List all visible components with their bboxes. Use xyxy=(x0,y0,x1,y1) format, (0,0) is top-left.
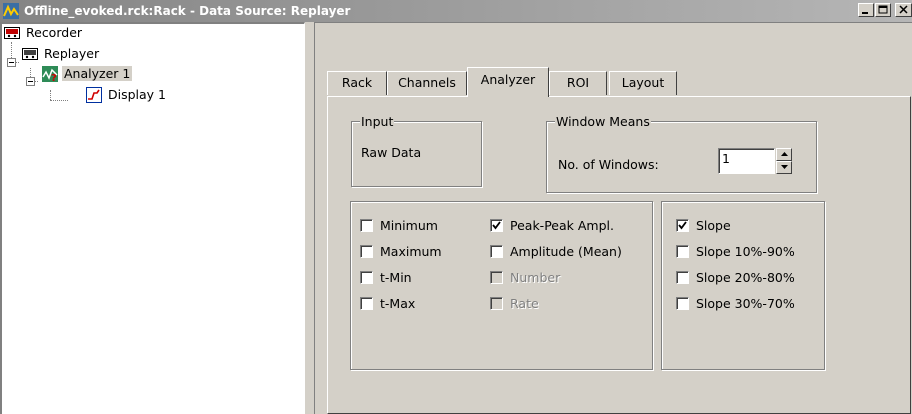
checkbox-label: Peak-Peak Ampl. xyxy=(510,218,614,233)
analyzer-icon: ? xyxy=(42,66,58,84)
tree-item-label: Display 1 xyxy=(108,87,167,102)
tab-roi[interactable]: ROI xyxy=(549,71,607,95)
input-group-legend: Input xyxy=(360,114,395,129)
checkbox-label: Amplitude (Mean) xyxy=(510,244,622,259)
checkbox-label: t-Max xyxy=(380,296,416,311)
close-button[interactable] xyxy=(895,3,912,17)
spin-down-button[interactable] xyxy=(776,161,792,174)
input-group: Input Raw Data xyxy=(351,114,482,187)
checkbox-label: Number xyxy=(510,270,561,285)
checkbox-box xyxy=(360,245,373,258)
maximize-button[interactable] xyxy=(875,3,891,17)
analyzer-tab-panel: Input Raw Data Window Means No. of Windo… xyxy=(327,96,911,414)
replayer-icon xyxy=(22,46,38,62)
checkbox-label: Slope xyxy=(696,218,731,233)
recorder-icon xyxy=(4,25,20,41)
checkbox-label: Rate xyxy=(510,296,539,311)
window-means-legend: Window Means xyxy=(555,114,651,129)
pane-splitter[interactable] xyxy=(305,22,314,414)
collapse-expander[interactable] xyxy=(7,58,16,67)
tab-rack[interactable]: Rack xyxy=(327,71,387,95)
checkbox-box xyxy=(676,219,689,232)
checkbox-label: Slope 10%-90% xyxy=(696,244,795,259)
tab-channels[interactable]: Channels xyxy=(387,71,467,95)
input-source-value: Raw Data xyxy=(361,145,422,160)
tree-line xyxy=(50,100,68,101)
window-title: Offline_evoked.rck:Rack - Data Source: R… xyxy=(24,4,351,18)
spin-up-button[interactable] xyxy=(776,148,792,161)
display-icon xyxy=(86,87,102,103)
checkbox-box xyxy=(490,219,503,232)
checkbox-box xyxy=(360,219,373,232)
tree-item-label: Analyzer 1 xyxy=(62,66,133,81)
checkbox-box xyxy=(676,271,689,284)
check-mark-icon xyxy=(492,221,501,230)
checkbox-label: Maximum xyxy=(380,244,442,259)
checkbox-box xyxy=(676,245,689,258)
title-bar[interactable]: Offline_evoked.rck:Rack - Data Source: R… xyxy=(0,0,912,22)
minimize-button[interactable] xyxy=(858,3,874,17)
tab-analyzer[interactable]: Analyzer xyxy=(467,67,549,97)
checkbox-label: Slope 30%-70% xyxy=(696,296,795,311)
measures-group: Minimum Maximum t-Min t-Max Peak-Peak Am… xyxy=(350,201,653,370)
checkbox-label: Slope 20%-80% xyxy=(696,270,795,285)
svg-text:?: ? xyxy=(51,73,57,82)
window-means-group: Window Means No. of Windows: 1 xyxy=(546,114,817,193)
checkbox-box xyxy=(490,245,503,258)
collapse-expander[interactable] xyxy=(26,77,35,86)
check-mark-icon xyxy=(678,221,687,230)
tree-item-label: Recorder xyxy=(26,25,83,40)
tree-item-label: Replayer xyxy=(44,46,100,61)
checkbox-label: t-Min xyxy=(380,270,412,285)
app-icon xyxy=(3,3,19,19)
checkbox-box xyxy=(490,271,503,284)
checkbox-box xyxy=(360,271,373,284)
checkbox-box xyxy=(360,297,373,310)
tab-layout[interactable]: Layout xyxy=(609,71,677,95)
checkbox-box xyxy=(490,297,503,310)
no-of-windows-input[interactable]: 1 xyxy=(718,148,775,174)
checkbox-label: Minimum xyxy=(380,218,438,233)
rack-tree[interactable]: Recorder Replayer ? Analyzer 1 Display 1 xyxy=(0,22,305,414)
checkbox-box xyxy=(676,297,689,310)
slope-group: Slope Slope 10%-90% Slope 20%-80% Slope … xyxy=(661,201,825,370)
properties-pane: Rack Channels Analyzer ROI Layout Input … xyxy=(314,22,912,414)
tree-line xyxy=(50,90,51,100)
no-of-windows-label: No. of Windows: xyxy=(558,157,659,172)
